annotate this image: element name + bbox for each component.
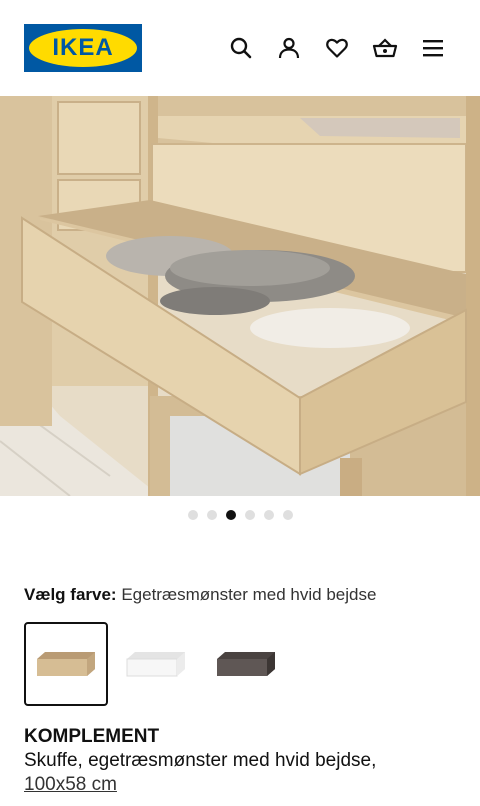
gallery-dot[interactable] (244, 510, 255, 520)
gallery-dot[interactable] (187, 510, 198, 520)
swatch-white[interactable] (114, 622, 198, 706)
account-icon[interactable] (274, 33, 304, 63)
site-header: IKEA (0, 0, 480, 96)
product-image-gallery[interactable] (0, 96, 480, 496)
gallery-dot[interactable] (206, 510, 217, 520)
basket-icon[interactable] (370, 33, 400, 63)
menu-icon[interactable] (418, 33, 448, 63)
selected-color-value: Egetræsmønster med hvid bejdse (121, 585, 377, 604)
gallery-dot[interactable] (263, 510, 274, 520)
product-dimensions-link[interactable]: 100x58 cm (24, 774, 117, 796)
color-swatches (24, 622, 288, 706)
color-selector-label: Vælg farve: Egetræsmønster med hvid bejd… (24, 585, 376, 605)
color-label: Vælg farve: (24, 585, 117, 604)
heart-icon[interactable] (322, 33, 352, 63)
product-name: KOMPLEMENT (24, 726, 160, 747)
drawer-photo (0, 96, 480, 496)
search-icon[interactable] (226, 33, 256, 63)
gallery-pagination (0, 510, 480, 522)
gallery-dot[interactable] (282, 510, 293, 520)
product-description: Skuffe, egetræsmønster med hvid bejdse, (24, 750, 377, 771)
swatch-oak-effect-white-stained[interactable] (24, 622, 108, 706)
logo-text: IKEA (52, 34, 114, 61)
gallery-dot[interactable] (225, 510, 236, 520)
logo-oval: IKEA (29, 29, 137, 67)
ikea-logo[interactable]: IKEA (24, 24, 142, 72)
swatch-dark-brown[interactable] (204, 622, 288, 706)
